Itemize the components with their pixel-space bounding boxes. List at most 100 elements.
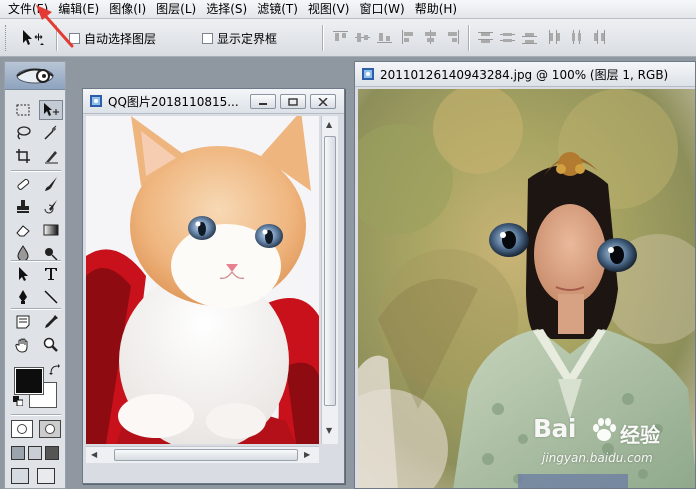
close-button[interactable] — [310, 94, 336, 109]
marquee-tool-icon[interactable] — [11, 100, 35, 120]
document-title-left: QQ图片2018110815... — [108, 94, 239, 109]
distribute-vcenter-icon[interactable] — [499, 29, 516, 45]
toolbox-divider — [11, 414, 61, 415]
menu-select[interactable]: 选择(S) — [201, 1, 252, 18]
align-right-icon[interactable] — [444, 29, 461, 45]
healing-brush-icon[interactable] — [11, 174, 35, 194]
type-tool-icon[interactable] — [39, 264, 63, 284]
document-icon — [90, 95, 102, 107]
menu-bar: 文件(F) 编辑(E) 图像(I) 图层(L) 选择(S) 滤镜(T) 视图(V… — [0, 0, 696, 19]
brush-tool-icon[interactable] — [39, 174, 63, 194]
history-brush-icon[interactable] — [39, 197, 63, 217]
window-controls-left — [250, 94, 336, 109]
screen-mode-menubar-icon[interactable] — [28, 446, 42, 460]
screen-mode-standard-icon[interactable] — [11, 446, 25, 460]
show-bounds-option[interactable]: 显示定界框 — [202, 30, 277, 47]
quick-mask-icon[interactable] — [39, 420, 61, 438]
options-separator — [468, 25, 469, 51]
menu-filter[interactable]: 滤镜(T) — [252, 1, 303, 18]
distribute-horizontal-buttons — [546, 29, 607, 45]
menu-window[interactable]: 窗口(W) — [354, 1, 409, 18]
zoom-tool-icon[interactable] — [39, 335, 63, 355]
align-bottom-icon[interactable] — [376, 29, 393, 45]
document-icon — [362, 68, 374, 80]
screen-mode-full-icon[interactable] — [45, 446, 59, 460]
scroll-down-arrow[interactable]: ▼ — [326, 426, 332, 436]
align-left-icon[interactable] — [400, 29, 417, 45]
align-hcenter-icon[interactable] — [422, 29, 439, 45]
jump-to-imageready-icon[interactable] — [11, 468, 29, 484]
minimize-button[interactable] — [250, 94, 276, 109]
crop-tool-icon[interactable] — [11, 146, 35, 166]
toolbox-header[interactable] — [5, 62, 65, 90]
options-grip[interactable] — [5, 25, 8, 51]
watermark-url: jingyan.baidu.com — [542, 451, 653, 465]
foreground-color-swatch-overlay[interactable] — [14, 367, 44, 395]
distribute-bottom-icon[interactable] — [521, 29, 538, 45]
options-bar: 自动选择图层 显示定界框 — [0, 19, 696, 57]
move-tool-icon[interactable] — [39, 100, 63, 120]
toolbox-divider — [11, 170, 61, 171]
menu-help[interactable]: 帮助(H) — [410, 1, 462, 18]
distribute-hcenter-icon[interactable] — [568, 29, 585, 45]
tool-group-nav — [11, 312, 63, 355]
notes-tool-icon[interactable] — [11, 312, 35, 332]
vertical-scroll-thumb[interactable] — [324, 136, 336, 406]
auto-select-label: 自动选择图层 — [84, 32, 157, 46]
toolbox-divider — [11, 260, 61, 261]
hand-tool-icon[interactable] — [11, 335, 35, 355]
auto-select-layer-option[interactable]: 自动选择图层 — [69, 30, 156, 47]
menu-image[interactable]: 图像(I) — [104, 1, 151, 18]
baidu-jingyan-watermark: Bai 经验 jingyan.baidu.com — [530, 414, 696, 476]
eraser-tool-icon[interactable] — [11, 220, 35, 240]
toolbox-divider — [11, 308, 61, 309]
jump-to-buttons — [11, 468, 55, 484]
pen-tool-icon[interactable] — [11, 287, 35, 307]
scroll-left-arrow[interactable]: ◀ — [91, 450, 97, 460]
align-vcenter-icon[interactable] — [354, 29, 371, 45]
eyedropper-tool-icon[interactable] — [39, 312, 63, 332]
tool-group-select — [11, 100, 63, 166]
slice-tool-icon[interactable] — [39, 146, 63, 166]
magic-wand-icon[interactable] — [39, 123, 63, 143]
align-buttons — [332, 29, 393, 45]
clone-stamp-icon[interactable] — [11, 197, 35, 217]
align-top-icon[interactable] — [332, 29, 349, 45]
annotation-arrow — [36, 5, 74, 48]
distribute-vertical-buttons — [477, 29, 538, 45]
scroll-right-arrow[interactable]: ▶ — [304, 450, 310, 460]
swap-colors-icon[interactable] — [49, 364, 61, 376]
default-colors-icon[interactable] — [13, 396, 23, 406]
distribute-top-icon[interactable] — [477, 29, 494, 45]
vertical-scrollbar[interactable]: ▲ ▼ — [321, 116, 338, 444]
jump-to-app-icon[interactable] — [37, 468, 55, 484]
distribute-right-icon[interactable] — [590, 29, 607, 45]
lasso-tool-icon[interactable] — [11, 123, 35, 143]
horizontal-scroll-thumb[interactable] — [114, 449, 298, 461]
menu-view[interactable]: 视图(V) — [303, 1, 355, 18]
tool-group-paint — [11, 174, 63, 263]
menu-layer[interactable]: 图层(L) — [151, 1, 201, 18]
document-window-left: QQ图片2018110815... ▲ ▼ ◀ ▶ — [82, 88, 345, 484]
gradient-tool-icon[interactable] — [39, 220, 63, 240]
align-horizontal-buttons — [400, 29, 461, 45]
standard-mode-icon[interactable] — [11, 420, 33, 438]
horizontal-scrollbar[interactable]: ◀ ▶ — [86, 446, 319, 463]
kitten-image — [86, 116, 319, 444]
photoshop-eye-icon — [16, 68, 54, 83]
line-tool-icon[interactable] — [39, 287, 63, 307]
baidu-paw-icon — [593, 418, 616, 441]
scroll-up-arrow[interactable]: ▲ — [326, 120, 332, 130]
screen-mode-buttons — [11, 446, 59, 460]
maximize-button[interactable] — [280, 94, 306, 109]
show-bounds-checkbox[interactable] — [202, 33, 213, 44]
distribute-left-icon[interactable] — [546, 29, 563, 45]
toolbox — [4, 61, 66, 489]
path-selection-icon[interactable] — [11, 264, 35, 284]
document-title-right: 20110126140943284.jpg @ 100% (图层 1, RGB) — [380, 67, 669, 82]
document-titlebar-right[interactable]: 20110126140943284.jpg @ 100% (图层 1, RGB) — [355, 62, 695, 87]
watermark-brand: Bai — [533, 414, 577, 443]
mask-mode-buttons — [11, 420, 61, 438]
kitten-canvas[interactable] — [86, 116, 319, 444]
options-separator — [322, 25, 323, 51]
